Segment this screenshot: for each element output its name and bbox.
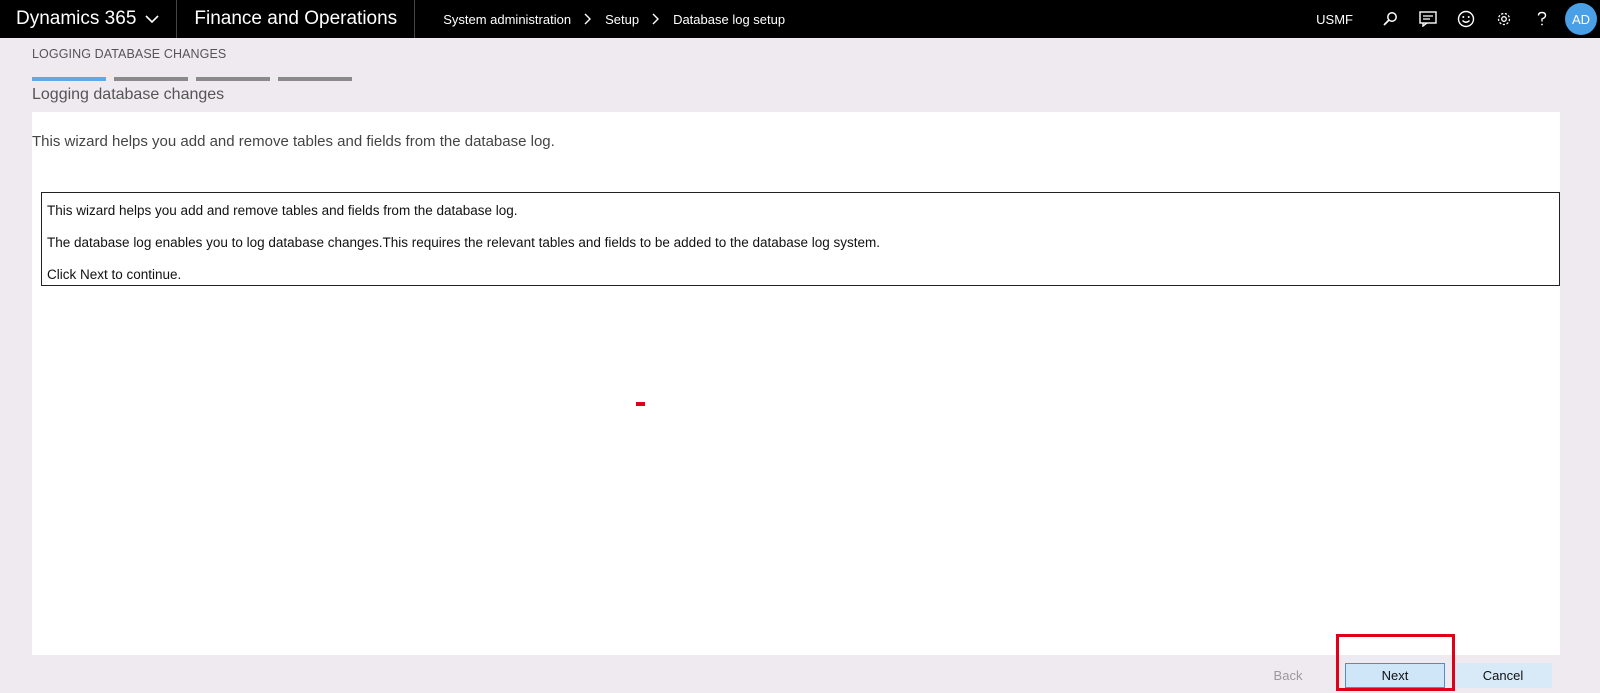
wizard-intro-text: This wizard helps you add and remove tab… [32, 133, 555, 150]
breadcrumb-setup[interactable]: Setup [605, 12, 639, 27]
chevron-down-icon [145, 15, 159, 24]
wizard-step-3 [196, 77, 270, 81]
wizard-step-4 [278, 77, 352, 81]
info-line: The database log enables you to log data… [47, 235, 881, 250]
module-name[interactable]: Finance and Operations [177, 0, 416, 38]
avatar[interactable]: AD [1565, 3, 1597, 35]
wizard-caption: LOGGING DATABASE CHANGES [32, 47, 227, 61]
message-icon[interactable] [1409, 0, 1447, 38]
chevron-right-icon [584, 13, 592, 25]
page-title: Logging database changes [32, 86, 225, 103]
next-button[interactable]: Next [1345, 663, 1445, 688]
help-icon[interactable] [1523, 0, 1561, 38]
module-label: Finance and Operations [194, 8, 398, 29]
search-icon[interactable] [1371, 0, 1409, 38]
breadcrumb-database-log-setup[interactable]: Database log setup [673, 12, 785, 27]
topbar-actions: USMF AD [1316, 0, 1600, 38]
info-line: Click Next to continue. [47, 267, 182, 282]
smiley-icon[interactable] [1447, 0, 1485, 38]
breadcrumb-system-administration[interactable]: System administration [443, 12, 571, 27]
wizard-step-2 [114, 77, 188, 81]
wizard-step-1 [32, 77, 106, 81]
top-navigation-bar: Dynamics 365 Finance and Operations Syst… [0, 0, 1600, 38]
brand-name: Dynamics 365 [16, 8, 137, 29]
cursor-marker [636, 402, 645, 406]
wizard-info-box: This wizard helps you add and remove tab… [41, 192, 1560, 286]
wizard-content-panel: This wizard helps you add and remove tab… [32, 112, 1560, 655]
gear-icon[interactable] [1485, 0, 1523, 38]
cancel-button[interactable]: Cancel [1454, 663, 1552, 688]
wizard-step-indicator [32, 77, 360, 81]
chevron-right-icon [652, 13, 660, 25]
company-picker[interactable]: USMF [1316, 12, 1353, 27]
info-line: This wizard helps you add and remove tab… [47, 203, 518, 218]
breadcrumb: System administration Setup Database log… [443, 12, 785, 27]
app-launcher-button[interactable]: Dynamics 365 [0, 0, 178, 38]
back-button[interactable]: Back [1252, 663, 1324, 688]
